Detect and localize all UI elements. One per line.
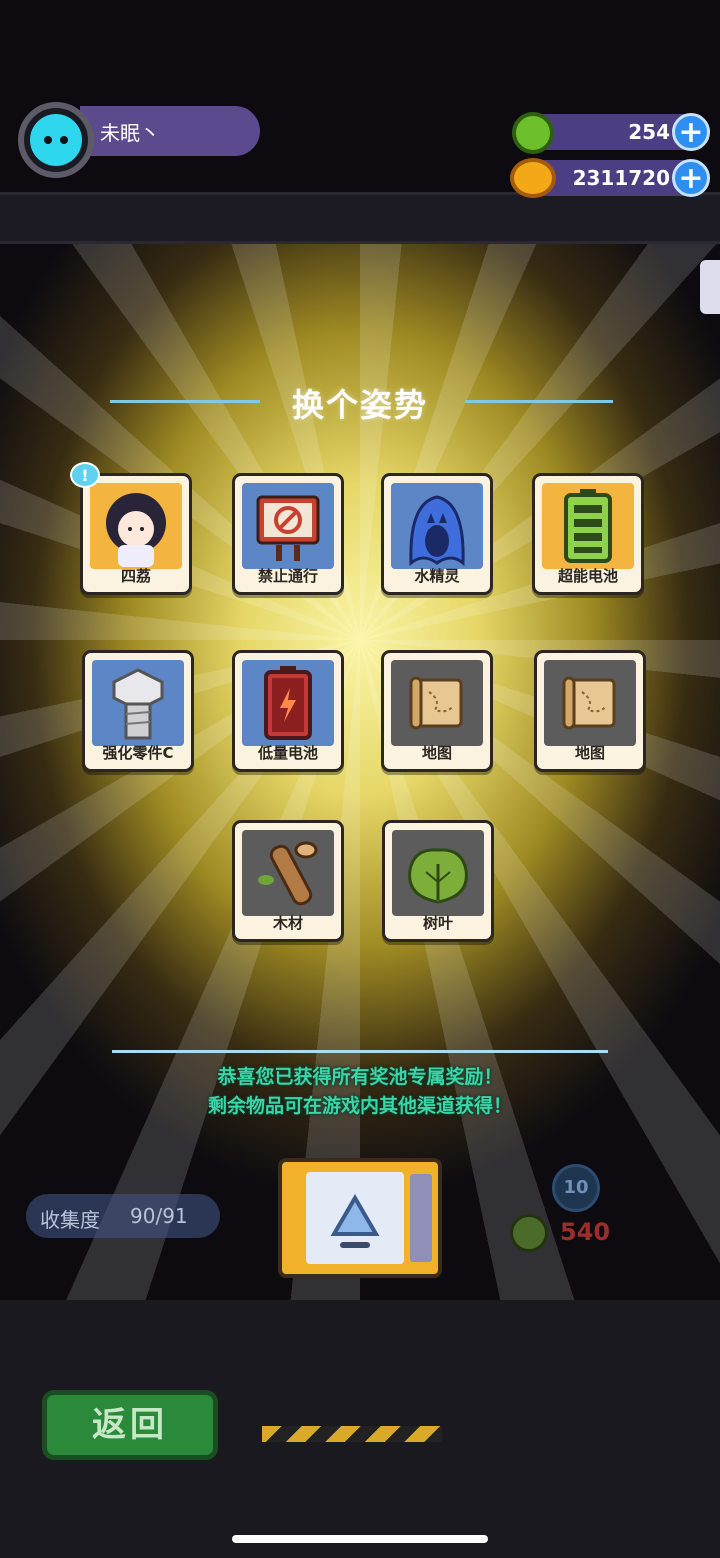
- bolt-icon: [92, 660, 184, 746]
- item-label: 超能电池: [557, 567, 618, 585]
- item-label: 低量电池: [257, 744, 318, 762]
- item-label: 四荔: [120, 567, 151, 585]
- map-scroll-icon: [391, 660, 483, 746]
- map-scroll-icon: [544, 660, 636, 746]
- character-portrait-icon: [90, 483, 182, 569]
- gold-coin-amount: 2311720: [572, 166, 670, 190]
- wood-log-icon: [242, 830, 334, 916]
- no-entry-sign-icon: [242, 483, 334, 569]
- chest-emblem-icon: [306, 1172, 404, 1264]
- item-label: 强化零件C: [102, 744, 174, 762]
- reward-card-no-entry[interactable]: 禁止通行: [232, 473, 344, 595]
- leaf-icon: [392, 830, 484, 916]
- header-rail: [0, 192, 720, 244]
- draw-level-badge: 10: [552, 1164, 600, 1212]
- side-menu-tab[interactable]: [700, 260, 720, 314]
- reward-chest-button[interactable]: [278, 1158, 442, 1278]
- reward-card-wood[interactable]: 木材: [232, 820, 344, 942]
- water-spirit-icon: [391, 483, 483, 569]
- reward-card-map-2[interactable]: 地图: [534, 650, 646, 772]
- completion-message-line2: 剩余物品可在游戏内其他渠道获得！: [207, 1095, 512, 1117]
- add-green-coin-button[interactable]: +: [672, 113, 710, 151]
- gold-planet-coin-icon: [510, 158, 556, 198]
- item-label: 树叶: [422, 914, 453, 932]
- cat-avatar-icon: [30, 114, 82, 166]
- item-label: 地图: [574, 744, 605, 762]
- page-title: 换个姿势: [291, 386, 428, 424]
- reward-card-sili[interactable]: 四荔: [80, 473, 192, 595]
- add-gold-coin-button[interactable]: +: [672, 159, 710, 197]
- green-coin-icon: [510, 1214, 548, 1252]
- reward-card-part-c[interactable]: 强化零件C: [82, 650, 194, 772]
- green-coin-icon: [512, 112, 554, 154]
- collection-value: 90/91: [130, 1204, 188, 1228]
- item-label: 地图: [421, 744, 452, 762]
- item-label: 水精灵: [414, 567, 460, 585]
- collection-progress: 收集度 90/91: [26, 1194, 220, 1238]
- new-item-badge: !: [70, 462, 100, 488]
- reward-card-super-battery[interactable]: 超能电池: [532, 473, 644, 595]
- chest-latch-icon: [410, 1174, 432, 1262]
- message-divider: [112, 1050, 608, 1053]
- green-coin-amount: 254: [628, 120, 670, 144]
- reward-card-leaf[interactable]: 树叶: [382, 820, 494, 942]
- item-label: 木材: [272, 914, 303, 932]
- item-label: 禁止通行: [257, 567, 318, 585]
- reward-card-map-1[interactable]: 地图: [381, 650, 493, 772]
- reward-card-low-battery[interactable]: 低量电池: [232, 650, 344, 772]
- draw-cost: 540: [560, 1218, 611, 1246]
- player-name: 未眠丶: [100, 121, 160, 145]
- low-battery-icon: [242, 660, 334, 746]
- hazard-stripe: [262, 1426, 442, 1442]
- collection-label: 收集度: [40, 1208, 100, 1232]
- back-button[interactable]: 返回: [42, 1390, 218, 1460]
- completion-message-line1: 恭喜您已获得所有奖池专属奖励！: [217, 1066, 503, 1088]
- full-battery-icon: [542, 483, 634, 569]
- reward-card-water-spirit[interactable]: 水精灵: [381, 473, 493, 595]
- home-indicator[interactable]: [232, 1535, 488, 1543]
